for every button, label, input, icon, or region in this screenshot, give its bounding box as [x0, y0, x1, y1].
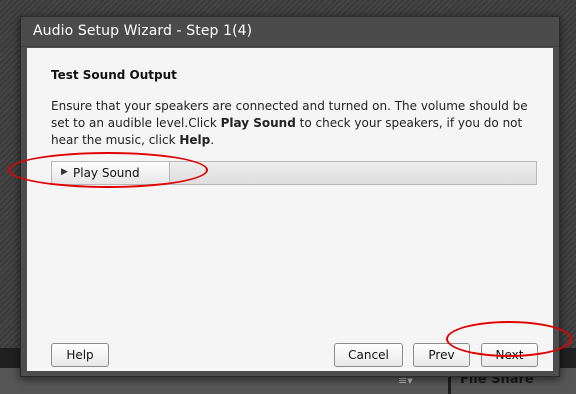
- section-title: Test Sound Output: [51, 68, 177, 82]
- next-button[interactable]: Next: [481, 343, 538, 367]
- prev-button[interactable]: Prev: [413, 343, 470, 367]
- dialog-content: Test Sound Output Ensure that your speak…: [27, 48, 553, 371]
- instructions-part3: .: [210, 133, 215, 147]
- cancel-button[interactable]: Cancel: [334, 343, 403, 367]
- instructions-bold-play-sound: Play Sound: [220, 116, 296, 130]
- play-sound-button[interactable]: ▶ Play Sound: [52, 162, 170, 184]
- play-icon: ▶: [61, 167, 68, 177]
- instructions-bold-help: Help: [179, 133, 211, 147]
- help-button[interactable]: Help: [51, 343, 109, 367]
- play-sound-row: ▶ Play Sound: [51, 161, 537, 185]
- audio-setup-wizard-dialog: Audio Setup Wizard - Step 1(4) Test Soun…: [20, 16, 560, 377]
- dialog-titlebar[interactable]: Audio Setup Wizard - Step 1(4): [21, 17, 559, 47]
- instructions-text: Ensure that your speakers are connected …: [51, 98, 537, 149]
- play-sound-label: Play Sound: [73, 166, 140, 180]
- sound-level-bar: [170, 162, 536, 184]
- dialog-title: Audio Setup Wizard - Step 1(4): [33, 23, 253, 39]
